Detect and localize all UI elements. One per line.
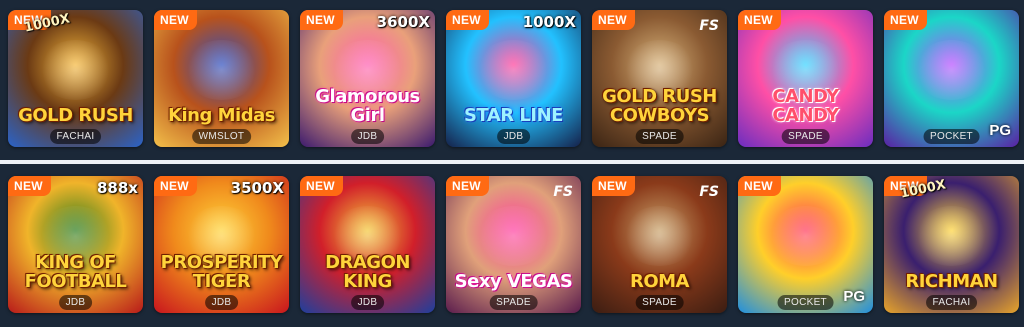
artwork-glow	[768, 206, 843, 266]
game-tile-dragon-king[interactable]: NEW DRAGON KING JDB	[300, 176, 435, 313]
provider-label: JDB	[350, 295, 385, 310]
game-tile-star-line[interactable]: NEW 1000X STAR LINE JDB	[446, 10, 581, 147]
game-row-2: NEW 888x KING OF FOOTBALL JDB NEW 3500X PROSPE…	[8, 176, 1019, 313]
new-badge: NEW	[446, 176, 489, 196]
game-tile-candy-candy[interactable]: NEW CANDY CANDY SPADE	[738, 10, 873, 147]
game-row-1: NEW 1000X GOLD RUSH FACHAI NEW King Midas WMSL…	[8, 10, 1019, 147]
game-title: CANDY CANDY	[772, 86, 839, 126]
game-title: Sexy VEGAS	[454, 271, 573, 292]
game-tile-roma[interactable]: NEW FS ROMA SPADE	[592, 176, 727, 313]
game-tile-richman[interactable]: NEW 1000X RICHMAN FACHAI	[884, 176, 1019, 313]
game-title: DRAGON KING	[325, 252, 410, 292]
pg-logo: PG	[989, 122, 1011, 139]
game-title: GOLD RUSH	[18, 105, 133, 126]
new-badge: NEW	[300, 10, 343, 30]
artwork-glow	[914, 206, 989, 266]
game-title: KING OF FOOTBALL	[24, 252, 127, 292]
provider-label: JDB	[350, 129, 385, 144]
provider-label: POCKET	[923, 129, 980, 144]
new-badge: NEW	[738, 176, 781, 196]
game-tile-sexy-vegas[interactable]: NEW FS Sexy VEGAS SPADE	[446, 176, 581, 313]
game-title: GOLD RUSH COWBOYS	[602, 86, 717, 126]
provider-label: SPADE	[635, 129, 684, 144]
game-tile-gold-rush-cowboys[interactable]: NEW FS GOLD RUSH COWBOYS SPADE	[592, 10, 727, 147]
artwork-glow	[622, 206, 697, 266]
provider-label: SPADE	[781, 129, 830, 144]
artwork-glow	[914, 40, 989, 100]
new-badge: NEW	[154, 176, 197, 196]
game-tile-gold-rush[interactable]: NEW 1000X GOLD RUSH FACHAI	[8, 10, 143, 147]
multiplier-label: 3500X	[230, 179, 284, 197]
provider-label: SPADE	[489, 295, 538, 310]
new-badge: NEW	[592, 10, 635, 30]
new-badge: NEW	[738, 10, 781, 30]
pg-logo: PG	[843, 288, 865, 305]
game-title: King Midas	[168, 105, 275, 126]
artwork-glow	[476, 40, 551, 100]
provider-label: FACHAI	[49, 129, 102, 144]
provider-label: JDB	[204, 295, 239, 310]
game-title: STAR LINE	[464, 105, 563, 126]
new-badge: NEW	[884, 10, 927, 30]
free-spin-mark: FS	[699, 184, 719, 200]
game-tile-king-of-football[interactable]: NEW 888x KING OF FOOTBALL JDB	[8, 176, 143, 313]
game-title: RICHMAN	[905, 271, 998, 292]
game-tile-pocket-game-2[interactable]: NEW PG POCKET	[738, 176, 873, 313]
provider-label: FACHAI	[925, 295, 978, 310]
multiplier-label: 3600X	[376, 13, 430, 31]
artwork-glow	[476, 206, 551, 266]
game-title: Glamorous Girl	[315, 86, 420, 126]
multiplier-label: 1000X	[522, 13, 576, 31]
new-badge: NEW	[446, 10, 489, 30]
new-badge: NEW	[592, 176, 635, 196]
new-badge: NEW	[154, 10, 197, 30]
provider-label: POCKET	[777, 295, 834, 310]
game-title: PROSPERITY TIGER	[160, 252, 283, 292]
provider-label: JDB	[496, 129, 531, 144]
free-spin-mark: FS	[553, 184, 573, 200]
artwork-glow	[38, 40, 113, 100]
provider-label: JDB	[58, 295, 93, 310]
free-spin-mark: FS	[699, 18, 719, 34]
provider-label: SPADE	[635, 295, 684, 310]
game-tile-king-midas[interactable]: NEW King Midas WMSLOT	[154, 10, 289, 147]
game-title: ROMA	[629, 271, 690, 292]
multiplier-label: 888x	[97, 179, 138, 197]
game-tile-prosperity-tiger[interactable]: NEW 3500X PROSPERITY TIGER JDB	[154, 176, 289, 313]
provider-label: WMSLOT	[191, 129, 252, 144]
artwork-glow	[184, 40, 259, 100]
new-badge: NEW	[300, 176, 343, 196]
game-tile-pocket-game-1[interactable]: NEW PG POCKET	[884, 10, 1019, 147]
new-badge: NEW	[8, 176, 51, 196]
game-tile-glamorous-girl[interactable]: NEW 3600X Glamorous Girl JDB	[300, 10, 435, 147]
